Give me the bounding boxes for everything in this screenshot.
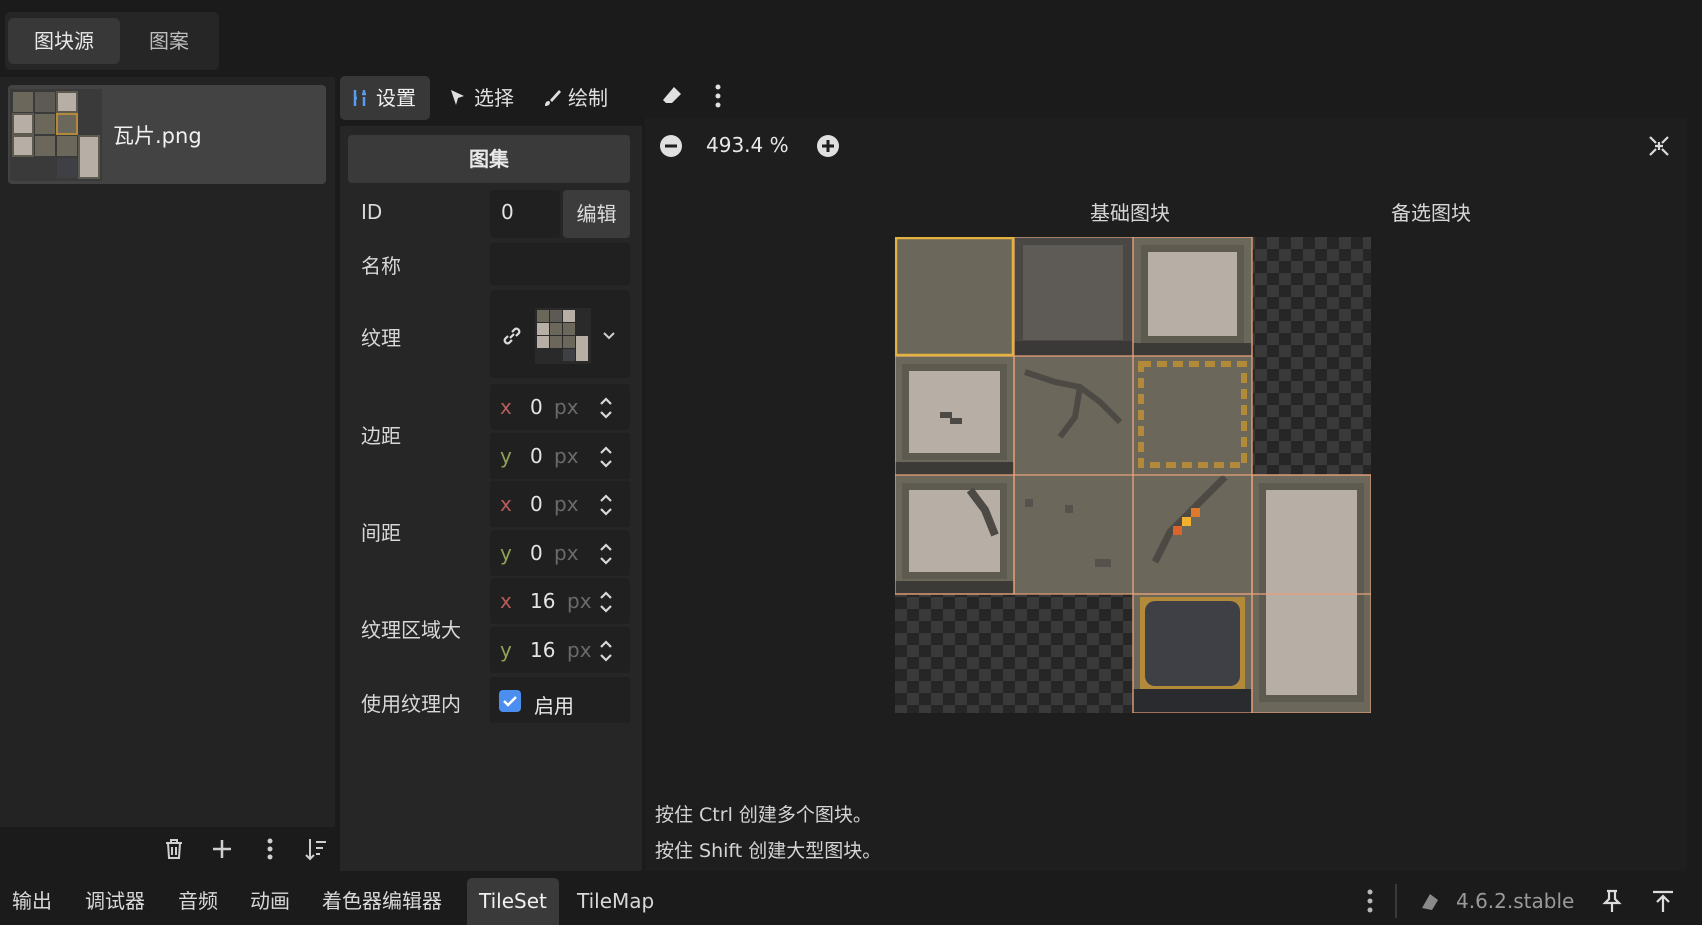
source-menu-button[interactable] [256,835,284,863]
tools-icon [353,90,366,106]
separation-label: 间距 [361,521,401,545]
tab-paint-label: 绘制 [568,86,608,110]
separation-x-unit: px [554,492,579,516]
link-icon [503,327,521,345]
tile-2-1[interactable] [1133,356,1252,475]
sources-panel [0,77,335,827]
alternative-tiles-label: 备选图块 [1391,201,1471,225]
tab-select[interactable]: 选择 [438,76,526,120]
name-input[interactable] [490,243,630,285]
tile-0-2[interactable] [895,475,1014,594]
tile-1-0[interactable] [1014,237,1133,356]
brush-icon [545,90,561,106]
tile-2-3[interactable] [1133,594,1252,713]
margins-y-axis: y [500,444,512,468]
tab-tile-sources[interactable]: 图块源 [8,18,120,64]
name-label: 名称 [361,254,401,278]
tile-0-1[interactable] [895,356,1014,475]
id-label: ID [361,200,383,224]
use-texture-padding-label: 使用纹理内 [361,692,461,716]
tab-patterns[interactable]: 图案 [123,18,215,64]
spin-arrows-icon[interactable] [597,444,615,470]
tile-1-2[interactable] [1014,475,1133,594]
separation-y-value: 0 [530,541,543,565]
trash-icon [166,839,182,859]
tile-0-0[interactable] [895,237,1014,356]
dock-tab-tilemap[interactable]: TileMap [565,878,666,925]
separation-y-unit: px [554,541,579,565]
tile-2-0[interactable] [1133,237,1252,356]
region-size-label: 纹理区域大 [361,618,461,642]
tab-select-label: 选择 [474,86,514,110]
dock-tab-debugger[interactable]: 调试器 [73,878,157,925]
tileset-thumbnail [10,89,102,181]
margins-x-value: 0 [530,395,543,419]
source-name: 瓦片.png [113,124,202,148]
use-texture-padding-value: 启用 [534,694,574,718]
margins-x-axis: x [500,395,512,419]
separation-x-value: 0 [530,492,543,516]
source-tabs: 图块源 图案 [5,12,219,70]
region-y-unit: px [567,638,592,662]
expand-panel-icon[interactable] [1650,888,1676,914]
dock-menu-icon[interactable] [1360,886,1380,916]
spin-arrows-icon[interactable] [597,589,615,615]
kebab-menu-icon [267,838,273,860]
region-x-axis: x [500,589,512,613]
spin-arrows-icon[interactable] [597,492,615,518]
margins-label: 边距 [361,424,401,448]
tab-setup[interactable]: 设置 [340,76,430,120]
separation-y-axis: y [500,541,512,565]
sort-icon [305,839,326,861]
spin-arrows-icon[interactable] [597,395,615,421]
margins-y-value: 0 [530,444,543,468]
dock-divider [1395,884,1397,918]
margins-x-unit: px [554,395,579,419]
zoom-in-icon[interactable] [816,134,840,158]
plus-icon [213,840,231,858]
dock-tab-tileset[interactable]: TileSet [467,878,559,925]
update-spinner-icon [1422,894,1438,910]
chevron-down-icon[interactable] [601,330,617,342]
sort-sources-button[interactable] [302,835,330,863]
spin-arrows-icon[interactable] [597,541,615,567]
pin-icon[interactable] [1600,888,1624,914]
separation-x-axis: x [500,492,512,516]
add-source-button[interactable] [208,835,236,863]
delete-source-button[interactable] [160,835,188,863]
id-value: 0 [501,200,514,224]
dock-tab-output[interactable]: 输出 [0,878,64,925]
tile-2-2[interactable] [1133,474,1252,594]
edit-id-button[interactable]: 编辑 [563,190,630,238]
eraser-icon[interactable] [660,84,684,108]
tile-1-1[interactable] [1014,356,1133,475]
zoom-out-icon[interactable] [659,134,683,158]
dock-tab-shader-editor[interactable]: 着色器编辑器 [310,878,454,925]
engine-version: 4.6.2.stable [1456,889,1575,913]
base-tiles-label: 基础图块 [1090,201,1170,225]
hint-shift: 按住 Shift 创建大型图块。 [655,840,882,862]
dock-tab-animation[interactable]: 动画 [238,878,302,925]
atlas-section-header: 图集 [348,135,630,183]
hint-ctrl: 按住 Ctrl 创建多个图块。 [655,804,872,826]
atlas-tile-grid[interactable] [895,237,1371,713]
zoom-level[interactable]: 493.4 % [706,133,789,157]
tab-paint[interactable]: 绘制 [532,76,622,120]
region-x-unit: px [567,589,592,613]
region-y-value: 16 [530,638,556,662]
region-x-value: 16 [530,589,556,613]
spin-arrows-icon[interactable] [597,638,615,664]
texture-thumbnail [535,308,591,364]
use-texture-padding-checkbox[interactable] [499,690,521,712]
cursor-icon [451,90,464,105]
margins-y-unit: px [554,444,579,468]
atlas-menu-icon[interactable] [706,82,730,110]
region-y-axis: y [500,638,512,662]
dock-tab-audio[interactable]: 音频 [166,878,230,925]
tab-setup-label: 设置 [376,86,416,110]
texture-label: 纹理 [361,326,401,350]
center-view-icon[interactable] [1646,133,1672,159]
